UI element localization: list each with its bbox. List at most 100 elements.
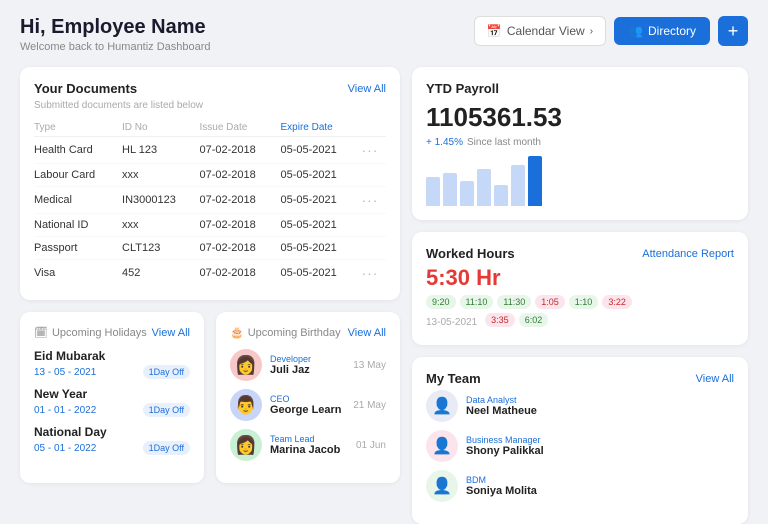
team-member-info: Data Analyst Neel Matheue	[466, 395, 734, 417]
team-avatar: 👤	[426, 470, 458, 502]
avatar: 👨	[230, 389, 262, 421]
team-card: My Team View All 👤 Data Analyst Neel Mat…	[412, 357, 748, 524]
worked-hours-badge: 6:02	[519, 313, 549, 327]
dashboard: Hi, Employee Name Welcome back to Humant…	[0, 0, 768, 512]
holiday-meta: 05 - 01 - 2022 1Day Off	[34, 441, 190, 455]
birthday-info: Developer Juli Jaz	[270, 354, 345, 376]
header-actions: 📅 Calendar View › 👥 Directory +	[474, 16, 748, 46]
team-header: My Team View All	[426, 371, 734, 386]
table-row: Medical IN3000123 07-02-2018 05-05-2021 …	[34, 187, 386, 214]
doc-type[interactable]: Medical	[34, 187, 122, 214]
holiday-item: New Year 01 - 01 - 2022 1Day Off	[34, 387, 190, 417]
header: Hi, Employee Name Welcome back to Humant…	[20, 16, 748, 53]
doc-id: xxx	[122, 214, 199, 237]
doc-dots	[361, 164, 386, 187]
holiday-date: 05 - 01 - 2022	[34, 443, 96, 454]
worked-hours-title: Worked Hours	[426, 246, 515, 261]
calendar-icon: 📅	[487, 24, 502, 38]
doc-dots[interactable]: ···	[361, 187, 386, 214]
calendar-view-button[interactable]: 📅 Calendar View ›	[474, 16, 606, 46]
doc-type[interactable]: Labour Card	[34, 164, 122, 187]
holiday-badge: 1Day Off	[143, 403, 190, 417]
holiday-date: 01 - 01 - 2022	[34, 405, 96, 416]
worked-hours-badge: 3:35	[485, 313, 515, 327]
doc-expire: 05-05-2021	[280, 237, 361, 260]
doc-dots[interactable]: ···	[361, 137, 386, 164]
doc-issue: 07-02-2018	[199, 187, 280, 214]
team-member-item: 👤 BDM Soniya Molita	[426, 470, 734, 502]
birthdays-title: 🎂 Upcoming Birthday	[230, 326, 341, 339]
doc-dots	[361, 237, 386, 260]
doc-expire: 05-05-2021	[280, 137, 361, 164]
birthday-name: Marina Jacob	[270, 444, 348, 456]
payroll-meta: + 1.45% Since last month	[426, 137, 734, 148]
doc-dots[interactable]: ···	[361, 260, 386, 287]
add-button[interactable]: +	[718, 16, 748, 46]
team-member-info: Business Manager Shony Palikkal	[466, 435, 734, 457]
birthday-info: CEO George Learn	[270, 394, 345, 416]
header-left: Hi, Employee Name Welcome back to Humant…	[20, 16, 211, 53]
team-member-name: Soniya Molita	[466, 485, 734, 497]
chart-bar	[460, 181, 474, 206]
doc-expire: 05-05-2021	[280, 164, 361, 187]
holidays-view-all[interactable]: View All	[152, 327, 190, 339]
team-member-name: Shony Palikkal	[466, 445, 734, 457]
documents-header: Your Documents View All	[34, 81, 386, 96]
doc-type[interactable]: Visa	[34, 260, 122, 287]
bottom-left-grid: 🗓 Upcoming Holidays View All Eid Mubarak…	[20, 312, 400, 483]
doc-type[interactable]: Health Card	[34, 137, 122, 164]
team-view-all[interactable]: View All	[696, 373, 734, 385]
col-type: Type	[34, 119, 122, 137]
documents-subtitle: Submitted documents are listed below	[34, 100, 386, 111]
birthday-role: Team Lead	[270, 434, 348, 444]
payroll-change: + 1.45%	[426, 137, 463, 148]
doc-expire: 05-05-2021	[280, 214, 361, 237]
doc-id: 452	[122, 260, 199, 287]
doc-id: xxx	[122, 164, 199, 187]
table-row: Visa 452 07-02-2018 05-05-2021 ···	[34, 260, 386, 287]
birthday-item: 👨 CEO George Learn 21 May	[230, 389, 386, 421]
col-actions	[361, 119, 386, 137]
chart-bar	[494, 185, 508, 206]
birthday-item: 👩 Team Lead Marina Jacob 01 Jun	[230, 429, 386, 461]
team-avatar: 👤	[426, 430, 458, 462]
main-grid: Your Documents View All Submitted docume…	[20, 67, 748, 524]
payroll-amount: 1105361.53	[426, 102, 734, 133]
attendance-report-link[interactable]: Attendance Report	[642, 248, 734, 260]
people-icon: 👥	[628, 24, 643, 38]
documents-card: Your Documents View All Submitted docume…	[20, 67, 400, 300]
payroll-card: YTD Payroll 1105361.53 + 1.45% Since las…	[412, 67, 748, 220]
directory-button[interactable]: 👥 Directory	[614, 17, 710, 45]
birthday-item: 👩 Developer Juli Jaz 13 May	[230, 349, 386, 381]
holiday-name: National Day	[34, 425, 190, 439]
holiday-name: New Year	[34, 387, 190, 401]
avatar: 👩	[230, 429, 262, 461]
team-avatar: 👤	[426, 390, 458, 422]
birthdays-view-all[interactable]: View All	[348, 327, 386, 339]
doc-issue: 07-02-2018	[199, 137, 280, 164]
team-member-role: BDM	[466, 475, 734, 485]
team-member-item: 👤 Data Analyst Neel Matheue	[426, 390, 734, 422]
doc-type[interactable]: Passport	[34, 237, 122, 260]
birthday-name: Juli Jaz	[270, 364, 345, 376]
worked-hours-badges-row2: 3:35 6:02	[485, 313, 548, 327]
payroll-title: YTD Payroll	[426, 81, 734, 96]
team-member-role: Data Analyst	[466, 395, 734, 405]
cake-icon: 🎂	[230, 326, 244, 339]
doc-id: IN3000123	[122, 187, 199, 214]
doc-type[interactable]: National ID	[34, 214, 122, 237]
documents-view-all[interactable]: View All	[348, 83, 386, 95]
team-member-info: BDM Soniya Molita	[466, 475, 734, 497]
worked-hours-badge: 1:05	[535, 295, 565, 309]
col-issue: Issue Date	[199, 119, 280, 137]
chevron-right-icon: ›	[590, 26, 593, 37]
birthday-role: CEO	[270, 394, 345, 404]
documents-table: Type ID No Issue Date Expire Date Health…	[34, 119, 386, 286]
birthday-role: Developer	[270, 354, 345, 364]
holiday-meta: 13 - 05 - 2021 1Day Off	[34, 365, 190, 379]
holidays-header: 🗓 Upcoming Holidays View All	[34, 326, 190, 339]
table-row: Labour Card xxx 07-02-2018 05-05-2021	[34, 164, 386, 187]
doc-issue: 07-02-2018	[199, 214, 280, 237]
worked-hours-badge: 1:10	[569, 295, 599, 309]
team-title: My Team	[426, 371, 481, 386]
